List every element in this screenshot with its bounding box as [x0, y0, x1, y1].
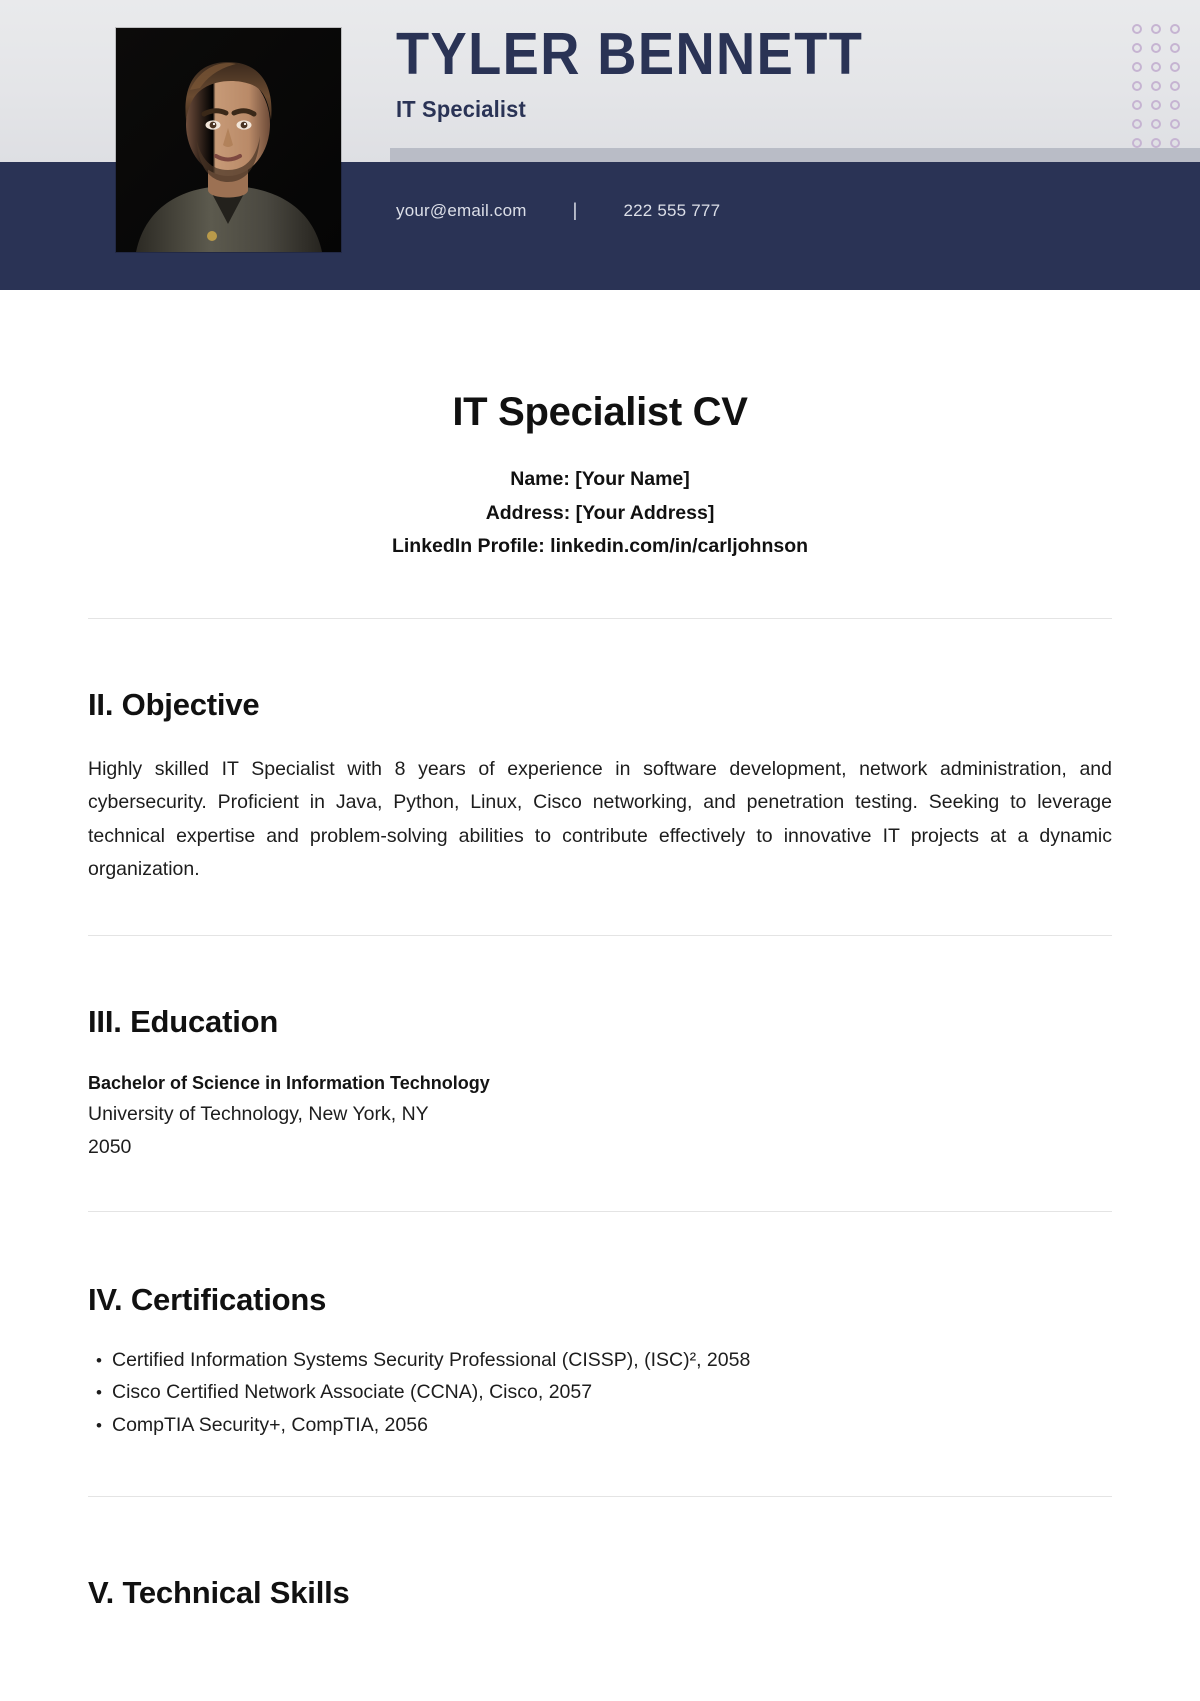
- dot-icon: [1151, 43, 1161, 53]
- dot-icon: [1151, 100, 1161, 110]
- cv-content: IT Specialist CV Name: [Your Name] Addre…: [0, 390, 1200, 1611]
- section-heading-certifications: IV. Certifications: [88, 1281, 327, 1317]
- dot-icon: [1170, 62, 1180, 72]
- contact-row: your@email.com | 222 555 777: [396, 200, 720, 221]
- list-item: • Certified Information Systems Security…: [96, 1344, 1112, 1377]
- document-title: IT Specialist CV: [452, 390, 748, 434]
- dot-icon: [1170, 100, 1180, 110]
- dot-icon: [1170, 43, 1180, 53]
- section-heading-objective: II. Objective: [88, 686, 260, 722]
- certification-text: CompTIA Security+, CompTIA, 2056: [112, 1414, 428, 1437]
- dot-icon: [1132, 81, 1142, 91]
- certification-text: Certified Information Systems Security P…: [112, 1348, 751, 1371]
- education-entry: Bachelor of Science in Information Techn…: [88, 1070, 1112, 1165]
- cv-page: TYLER BENNETT IT Specialist your@email.c…: [0, 0, 1200, 1701]
- education-year: 2050: [88, 1136, 132, 1159]
- dot-icon: [1170, 119, 1180, 129]
- certifications-list: • Certified Information Systems Security…: [88, 1344, 1112, 1442]
- dot-icon: [1151, 24, 1161, 34]
- meta-name: Name: [Your Name]: [510, 468, 690, 490]
- dot-icon: [1132, 62, 1142, 72]
- dot-icon: [1170, 24, 1180, 34]
- dot-icon: [1151, 81, 1161, 91]
- dot-icon: [1170, 138, 1180, 148]
- divider: [88, 934, 1112, 936]
- certification-text: Cisco Certified Network Associate (CCNA)…: [112, 1381, 593, 1404]
- section-skills: V. Technical Skills: [88, 1575, 1112, 1611]
- section-heading-education: III. Education: [88, 1003, 279, 1039]
- meta-address: Address: [Your Address]: [485, 501, 715, 524]
- header-accent-bar: [390, 148, 1200, 162]
- education-school: University of Technology, New York, NY: [88, 1102, 429, 1125]
- dot-icon: [1132, 119, 1142, 129]
- section-objective: II. Objective Highly skilled IT Speciali…: [88, 687, 1112, 887]
- dot-icon: [1170, 81, 1180, 91]
- dot-icon: [1132, 24, 1142, 34]
- section-education: III. Education Bachelor of Science in In…: [88, 1004, 1112, 1165]
- document-meta: Name: [Your Name] Address: [Your Address…: [88, 463, 1112, 564]
- cv-header: TYLER BENNETT IT Specialist your@email.c…: [0, 0, 1200, 290]
- education-degree: Bachelor of Science in Information Techn…: [88, 1072, 490, 1093]
- divider: [88, 1210, 1112, 1212]
- divider: [88, 617, 1112, 619]
- dot-grid-decoration: [1128, 20, 1184, 152]
- dot-icon: [1151, 119, 1161, 129]
- dot-icon: [1151, 62, 1161, 72]
- dot-icon: [1132, 100, 1142, 110]
- bullet-icon: •: [96, 1416, 102, 1436]
- header-identity: TYLER BENNETT IT Specialist: [396, 24, 1036, 123]
- section-certifications: IV. Certifications • Certified Informati…: [88, 1282, 1112, 1442]
- list-item: • CompTIA Security+, CompTIA, 2056: [96, 1409, 1112, 1442]
- person-role: IT Specialist: [396, 96, 526, 123]
- bullet-icon: •: [96, 1383, 102, 1403]
- list-item: • Cisco Certified Network Associate (CCN…: [96, 1376, 1112, 1409]
- meta-linkedin: LinkedIn Profile: linkedin.com/in/carljo…: [391, 535, 809, 558]
- profile-photo: [116, 28, 341, 252]
- dot-icon: [1132, 43, 1142, 53]
- dot-icon: [1132, 138, 1142, 148]
- objective-body: Highly skilled IT Specialist with 8 year…: [88, 757, 1112, 881]
- person-name: TYLER BENNETT: [396, 21, 864, 87]
- contact-phone[interactable]: 222 555 777: [623, 201, 720, 221]
- contact-email[interactable]: your@email.com: [396, 201, 527, 221]
- dot-icon: [1151, 138, 1161, 148]
- section-heading-skills: V. Technical Skills: [88, 1574, 350, 1610]
- divider: [88, 1495, 1112, 1497]
- contact-separator: |: [572, 200, 578, 220]
- bullet-icon: •: [96, 1350, 102, 1370]
